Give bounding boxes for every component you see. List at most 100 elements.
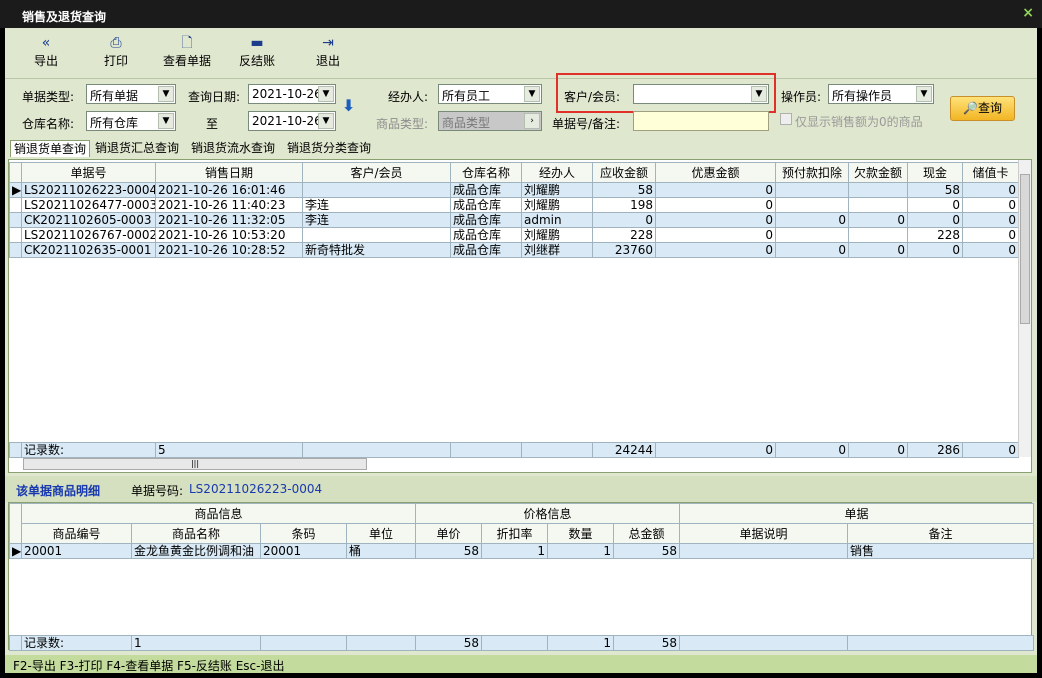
tab-category[interactable]: 销退货分类查询 — [284, 140, 374, 157]
column-header[interactable]: 总金额 — [613, 523, 681, 544]
table-cell: 0 — [962, 227, 1019, 243]
table-cell: 0 — [655, 227, 776, 243]
column-header[interactable]: 条码 — [260, 523, 347, 544]
handler-label: 经办人: — [388, 90, 429, 104]
tab-sales-doc[interactable]: 销退货单查询 — [10, 140, 91, 157]
column-header[interactable]: 现金 — [907, 162, 963, 183]
docno-input[interactable] — [633, 111, 769, 131]
table-cell: LS20211026477-0003 — [21, 197, 156, 213]
main-grid: 单据号 销售日期 客户/会员 仓库名称 经办人 应收金额 优惠金额 预付款扣除 欠款金额 现金 储值… — [8, 159, 1032, 473]
table-cell: CK2021102605-0003 — [21, 212, 156, 228]
footer-cell: 0 — [775, 442, 849, 458]
row-indicator — [9, 227, 22, 243]
column-header[interactable]: 单位 — [345, 523, 417, 544]
table-cell: 成品仓库 — [450, 197, 522, 213]
customer-select[interactable]: ▼ — [633, 84, 769, 104]
column-header[interactable]: 备注 — [847, 523, 1035, 544]
vertical-scrollbar[interactable] — [1018, 160, 1031, 457]
column-header[interactable]: 销售日期 — [155, 162, 303, 183]
row-indicator — [9, 197, 22, 213]
customer-label: 客户/会员: — [564, 90, 621, 104]
table-row[interactable]: LS20211026767-0002 2021-10-26 10:53:20 成品仓… — [9, 227, 1019, 243]
table-cell: 0 — [655, 197, 776, 213]
exit-button[interactable]: ⇥ 退出 — [301, 34, 355, 69]
goods-type-label: 商品类型: — [376, 117, 429, 131]
table-row[interactable]: LS20211026477-0003 2021-10-26 11:40:23 李连成… — [9, 197, 1019, 213]
tab-bar: 销退货单查询 销退货汇总查询 销退货流水查询 销退货分类查询 — [5, 140, 1037, 157]
column-header[interactable]: 经办人 — [521, 162, 593, 183]
column-header[interactable]: 数量 — [547, 523, 615, 544]
column-header[interactable]: 欠款金额 — [848, 162, 908, 183]
table-cell: 成品仓库 — [450, 227, 522, 243]
column-header[interactable]: 商品编号 — [21, 523, 132, 544]
table-row[interactable]: CK2021102635-0001 2021-10-26 10:28:52 新奇特批… — [9, 242, 1019, 258]
tab-summary[interactable]: 销退货汇总查询 — [92, 140, 182, 157]
column-header[interactable]: 单据说明 — [679, 523, 849, 544]
exit-icon: ⇥ — [322, 35, 334, 51]
date-from-picker[interactable]: 2021-10-26 ▼ — [248, 84, 336, 104]
table-cell: 2021-10-26 10:53:20 — [155, 227, 303, 243]
horizontal-scrollbar[interactable]: ||| — [23, 458, 367, 470]
table-row[interactable]: ▶ LS20211026223-0004 2021-10-26 16:01:46 成品… — [9, 182, 1019, 198]
footer-cell — [346, 635, 416, 651]
footer-cell — [679, 635, 848, 651]
table-cell: 刘耀鹏 — [521, 227, 593, 243]
docno-label: 单据号/备注: — [552, 117, 621, 131]
column-header[interactable]: 折扣率 — [481, 523, 549, 544]
footer-cell: 286 — [907, 442, 963, 458]
table-cell: 新奇特批发 — [302, 242, 451, 258]
column-header[interactable]: 单据号 — [21, 162, 156, 183]
operator-select[interactable]: 所有操作员 ▼ — [828, 84, 934, 104]
column-header[interactable]: 优惠金额 — [655, 162, 776, 183]
column-header[interactable]: 客户/会员 — [302, 162, 451, 183]
column-header[interactable]: 预付款扣除 — [775, 162, 849, 183]
row-indicator — [9, 242, 22, 258]
goods-type-select[interactable]: 商品类型 › — [438, 111, 542, 131]
table-row[interactable]: CK2021102605-0003 2021-10-26 11:32:05 李连 成品… — [9, 212, 1019, 228]
table-cell: 228 — [592, 227, 656, 243]
group-price: 价格信息 — [415, 503, 681, 524]
table-cell — [775, 182, 849, 198]
table-cell: 成品仓库 — [450, 212, 522, 228]
column-header[interactable]: 商品名称 — [131, 523, 261, 544]
row-pointer-icon: ▶ — [9, 543, 22, 559]
footer-cell: 记录数: — [21, 635, 132, 651]
doc-type-select[interactable]: 所有单据 ▼ — [86, 84, 176, 104]
detail-header: 该单据商品明细 单据号码: LS20211026223-0004 — [5, 476, 1037, 502]
scroll-thumb[interactable] — [1020, 174, 1030, 324]
date-to-picker[interactable]: 2021-10-26 ▼ — [248, 111, 336, 131]
tab-flow[interactable]: 销退货流水查询 — [188, 140, 278, 157]
footer-cell — [521, 442, 593, 458]
table-cell — [848, 227, 908, 243]
column-header[interactable]: 单价 — [415, 523, 483, 544]
footer-cell: 58 — [415, 635, 482, 651]
date-to-label: 至 — [206, 117, 219, 131]
reverse-checkout-button[interactable]: ▬ 反结账 — [230, 34, 284, 69]
window-title: 销售及退货查询 — [22, 10, 107, 24]
detail-title: 该单据商品明细 — [16, 484, 101, 498]
table-cell: 桶 — [345, 543, 417, 559]
operator-label: 操作员: — [781, 90, 822, 104]
export-button[interactable]: «导出 — [19, 34, 73, 69]
table-cell: 2021-10-26 10:28:52 — [155, 242, 303, 258]
close-icon[interactable]: × — [1022, 5, 1034, 21]
document-icon: 🗋 — [181, 35, 193, 51]
table-row[interactable]: ▶ 20001 金龙鱼黄金比例调和油 20001 桶 58 1 1 58 销售 — [9, 543, 1035, 559]
zero-sales-checkbox[interactable] — [780, 113, 792, 125]
doc-type-label: 单据类型: — [22, 90, 75, 104]
footer-cell: 0 — [962, 442, 1019, 458]
print-button[interactable]: ⎙ 打印 — [89, 34, 143, 69]
column-header[interactable]: 储值卡 — [962, 162, 1019, 183]
zero-sales-label: 仅显示销售额为0的商品 — [795, 115, 923, 129]
handler-select[interactable]: 所有员工 ▼ — [438, 84, 542, 104]
detail-footer: 记录数: 1 58 1 58 — [9, 635, 1034, 651]
column-header[interactable]: 仓库名称 — [450, 162, 522, 183]
column-header[interactable]: 应收金额 — [592, 162, 656, 183]
view-document-button[interactable]: 🗋 查看单据 — [155, 34, 219, 69]
table-cell — [775, 197, 849, 213]
table-cell: 0 — [775, 242, 849, 258]
warehouse-select[interactable]: 所有仓库 ▼ — [86, 111, 176, 131]
arrow-down-icon[interactable]: ⬇ — [342, 96, 355, 115]
table-cell: 2021-10-26 11:32:05 — [155, 212, 303, 228]
query-button[interactable]: 🔎查询 — [950, 96, 1015, 121]
